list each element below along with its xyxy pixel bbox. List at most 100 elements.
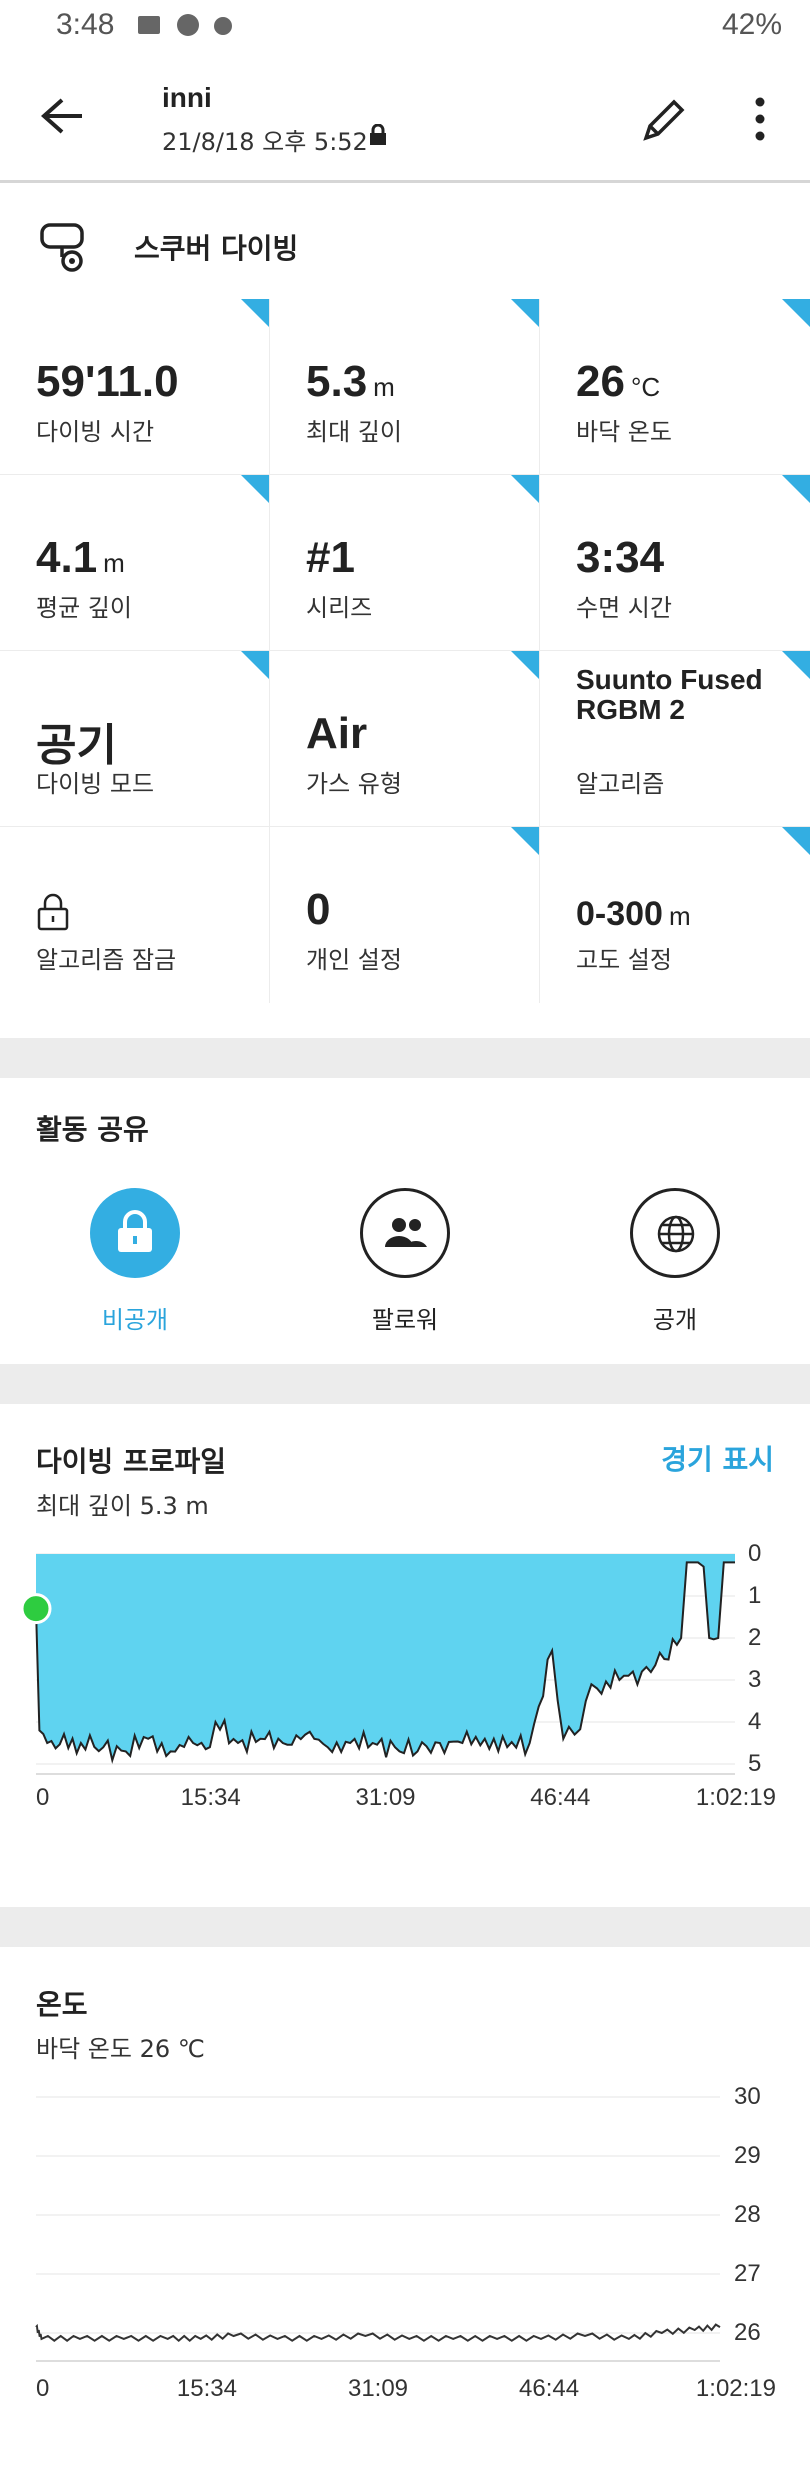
stat-unit: m: [373, 372, 395, 402]
stat-gas-type[interactable]: Air 가스 유형: [270, 651, 540, 827]
y-tick-label: 28: [734, 2201, 761, 2228]
dive-profile-card: 다이빙 프로파일 최대 깊이 5.3 m 경기 표시 0 1 2 3 4 5 0 15:34 3…: [0, 1404, 810, 1907]
x-tick-label: 0: [36, 2375, 50, 2402]
people-icon: [385, 1218, 427, 1247]
y-tick-label: 1: [748, 1582, 762, 1609]
temperature-chart: [35, 2096, 721, 2362]
stat-unit: °C: [630, 372, 661, 402]
y-tick-label: 30: [734, 2083, 761, 2110]
corner-indicator: [511, 827, 539, 855]
stat-label: 가스 유형: [306, 770, 402, 798]
corner-indicator: [782, 475, 810, 503]
padlock-icon: [37, 893, 69, 931]
share-followers-label[interactable]: 팔로워: [305, 1300, 505, 1335]
corner-indicator: [511, 475, 539, 503]
stat-value: #1: [306, 533, 355, 582]
y-tick-label: 26: [734, 2319, 761, 2346]
corner-indicator: [782, 299, 810, 327]
x-tick-label: 1:02:19: [695, 1784, 776, 1811]
stat-avg-depth[interactable]: 4.1 m 평균 깊이: [0, 475, 270, 651]
stat-surface-time[interactable]: 3:34 수면 시간: [540, 475, 810, 651]
share-followers-button[interactable]: [360, 1188, 450, 1278]
stat-label: 개인 설정: [306, 946, 402, 974]
stat-value: 5.3: [306, 357, 368, 406]
share-private-label[interactable]: 비공개: [35, 1300, 235, 1335]
y-tick-label: 5: [748, 1750, 762, 1777]
x-tick-label: 31:09: [355, 1784, 416, 1811]
x-tick-label: 15:34: [176, 2375, 237, 2402]
x-tick-label: 46:44: [530, 1784, 591, 1811]
scuba-mask-icon: [40, 223, 84, 272]
stat-dive-mode[interactable]: 공기 다이빙 모드: [0, 651, 270, 827]
stat-value: 공기: [36, 721, 117, 770]
stat-max-depth[interactable]: 5.3 m 최대 깊이: [270, 299, 540, 475]
stat-label: 평균 깊이: [36, 594, 132, 622]
stat-unit: m: [668, 901, 691, 931]
x-tick-label: 31:09: [347, 2375, 409, 2402]
stat-label: 알고리즘 잠금: [36, 946, 177, 974]
dive-profile-subtitle: 최대 깊이 5.3 m: [36, 1492, 209, 1520]
status-bar: 3:48 42%: [0, 0, 810, 56]
stat-label: 고도 설정: [576, 946, 672, 974]
more-options-icon[interactable]: [752, 96, 768, 142]
share-public-button[interactable]: [630, 1188, 720, 1278]
stat-label: 알고리즘: [576, 770, 665, 798]
notification-icons: [138, 14, 232, 36]
share-title: 활동 공유: [36, 1113, 149, 1146]
corner-indicator: [511, 299, 539, 327]
stat-value: Suunto Fused RGBM 2: [576, 664, 763, 725]
temperature-card: 온도 바닥 온도 26 ℃ 30 29 28 27 26 0 15:34 31:09 46:44…: [0, 1947, 810, 2491]
stat-label: 최대 깊이: [306, 418, 402, 446]
stat-value: 26: [576, 357, 625, 406]
stat-unit: m: [103, 548, 125, 578]
edit-icon[interactable]: [640, 96, 688, 144]
stat-value: Air: [306, 709, 368, 758]
battery-label: 42%: [721, 8, 782, 41]
stat-personal-setting[interactable]: 0 개인 설정: [270, 827, 540, 1003]
stat-value: 0: [306, 885, 331, 934]
position-marker[interactable]: [20, 1593, 52, 1625]
stat-value: 4.1: [36, 533, 98, 582]
share-public-label[interactable]: 공개: [575, 1300, 775, 1335]
x-tick-label: 0: [36, 1784, 50, 1811]
stat-label: 수면 시간: [576, 594, 672, 622]
stat-value: 0-300: [576, 895, 663, 933]
temperature-subtitle: 바닥 온도 26 ℃: [36, 2035, 205, 2063]
show-race-link[interactable]: 경기 표시: [661, 1438, 774, 1478]
corner-indicator: [782, 827, 810, 855]
x-tick-label: 15:34: [180, 1784, 241, 1811]
corner-indicator: [241, 299, 269, 327]
stat-bottom-temp[interactable]: 26 °C 바닥 온도: [540, 299, 810, 475]
depth-area: [36, 1554, 735, 1761]
lock-small-icon: [370, 124, 386, 145]
stat-label: 시리즈: [306, 594, 373, 622]
y-tick-label: 3: [748, 1666, 762, 1693]
corner-indicator: [511, 651, 539, 679]
dive-profile-chart: [20, 1553, 735, 1775]
lock-icon: [118, 1210, 152, 1252]
corner-indicator: [241, 651, 269, 679]
activity-name: 스쿠버 다이빙: [134, 232, 299, 265]
y-tick-label: 27: [734, 2260, 761, 2287]
stat-label: 다이빙 시간: [36, 418, 155, 446]
stats-grid: 59'11.0 다이빙 시간 5.3 m 최대 깊이 26 °C 바닥 온도 4.1…: [0, 299, 810, 1007]
y-tick-label: 0: [748, 1540, 762, 1567]
stat-algorithm-lock[interactable]: 알고리즘 잠금: [0, 827, 270, 1003]
stat-label: 바닥 온도: [576, 418, 672, 446]
y-tick-label: 2: [748, 1624, 762, 1651]
stat-dive-time[interactable]: 59'11.0 다이빙 시간: [0, 299, 270, 475]
stat-series[interactable]: #1 시리즈: [270, 475, 540, 651]
page-subtitle: 21/8/18 오후 5:52: [162, 128, 368, 156]
page-title: inni: [162, 82, 212, 113]
dive-profile-title: 다이빙 프로파일: [36, 1445, 227, 1478]
y-tick-label: 4: [748, 1708, 762, 1735]
corner-indicator: [241, 475, 269, 503]
app-bar: inni 21/8/18 오후 5:52: [0, 56, 810, 183]
back-arrow-icon[interactable]: [40, 96, 86, 136]
stat-algorithm[interactable]: Suunto Fused RGBM 2 알고리즘: [540, 651, 810, 827]
stat-altitude-setting[interactable]: 0-300 m 고도 설정: [540, 827, 810, 1003]
stat-label: 다이빙 모드: [36, 770, 155, 798]
share-private-button[interactable]: [90, 1188, 180, 1278]
globe-icon: [657, 1215, 695, 1253]
x-tick-label: 1:02:19: [695, 2375, 776, 2402]
